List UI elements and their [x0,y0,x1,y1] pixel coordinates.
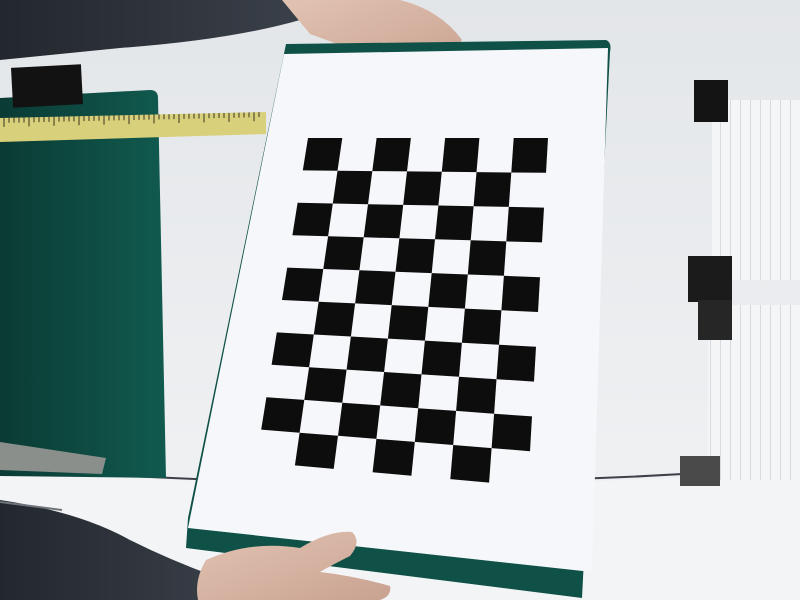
checker-square [506,206,544,243]
gray-tape-bottom [680,456,720,486]
checker-square [496,344,536,382]
black-tape-lower [698,300,732,340]
checker-square [372,438,415,476]
checker-square [304,367,347,403]
checker-square [461,308,502,345]
black-tape-left [11,64,83,108]
checker-square [313,301,356,337]
checker-square [387,305,429,341]
photo-scene [0,0,800,600]
black-tape-top [694,80,728,122]
checker-square [421,340,462,377]
checker-square [380,372,422,409]
checker-square [473,172,512,207]
scene-canvas [0,0,800,600]
checker-square [414,408,457,445]
checker-square [282,267,324,302]
checker-square [332,170,373,205]
checker-square [363,204,404,239]
checker-square [441,138,480,173]
left-clipboard-board [0,90,166,478]
checker-square [261,397,305,433]
checker-square [323,236,364,271]
checker-square [491,413,532,452]
checker-square [403,171,442,206]
checker-square [302,138,343,171]
checker-square [294,432,338,469]
checker-square [338,402,381,439]
checker-square [450,445,492,483]
lined-sheet-top [712,100,800,280]
checker-square [435,205,474,241]
checker-square [346,336,388,372]
checker-square [428,273,468,309]
checker-square [467,240,507,276]
checker-square [456,376,497,414]
black-tape-middle [688,256,732,302]
checker-square [511,138,548,173]
checker-square [271,332,314,368]
checker-square [372,138,411,172]
checker-square [355,270,396,306]
checker-square [395,238,435,274]
checker-square [501,275,540,312]
checker-square [292,202,333,237]
